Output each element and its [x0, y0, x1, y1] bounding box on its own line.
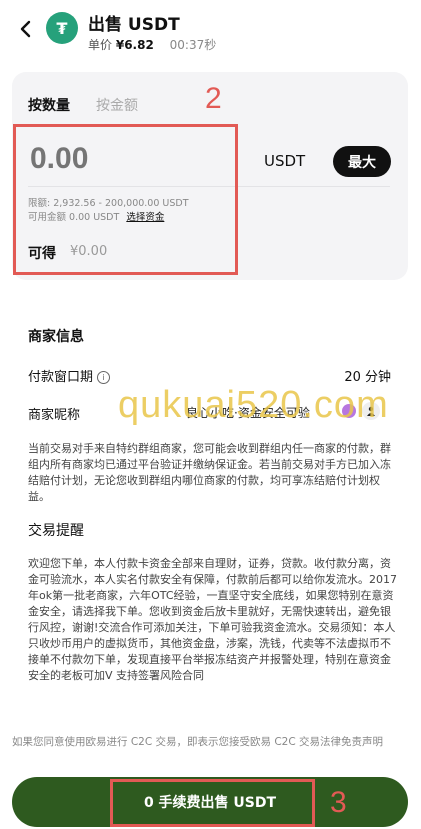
countdown-timer: 00:37秒 [169, 38, 217, 52]
annotation-number-2: 2 [205, 82, 222, 115]
legal-disclaimer[interactable]: 如果您同意使用欧易进行 C2C 交易，即表示您接受欧易 C2C 交易法律免责声明 [12, 735, 410, 750]
payment-window-text: 付款窗口期 [28, 370, 94, 385]
price-value: ¥6.82 [115, 38, 154, 52]
tab-by-amount[interactable]: 按金额 [96, 95, 138, 115]
annotation-number-3: 3 [330, 786, 347, 819]
merchant-info-heading: 商家信息 [28, 329, 84, 345]
annotation-box-2 [13, 124, 238, 275]
payment-window-value: 20 分钟 [344, 370, 391, 385]
info-icon[interactable]: i [97, 371, 111, 384]
merchant-nickname-label: 商家昵称 [28, 408, 81, 423]
price-label: 单价 [88, 38, 113, 52]
annotation-box-3 [110, 779, 315, 827]
trade-tips-heading: 交易提醒 [28, 523, 84, 539]
max-button[interactable]: 最大 [333, 146, 391, 177]
price-row: 单价 ¥6.82 00:37秒 [88, 36, 216, 53]
trade-tips-text: 欢迎您下单，本人付款卡资金全部来自理财，证券，贷款。收付款分离，资金可验流水，本… [28, 557, 397, 682]
currency-unit: USDT [264, 152, 306, 170]
page-title: 出售 USDT [88, 15, 180, 35]
payment-window-label: 付款窗口期 i [28, 366, 111, 385]
tether-logo-icon: ₮ [46, 12, 78, 44]
watermark: qukuai520.com [118, 384, 389, 426]
back-arrow-icon[interactable] [14, 18, 36, 40]
tab-by-quantity[interactable]: 按数量 [28, 95, 70, 115]
merchant-group-description: 当前交易对手来自特约群组商家，您可能会收到群组内任一商家的付款，群组内所有商家均… [28, 442, 391, 503]
